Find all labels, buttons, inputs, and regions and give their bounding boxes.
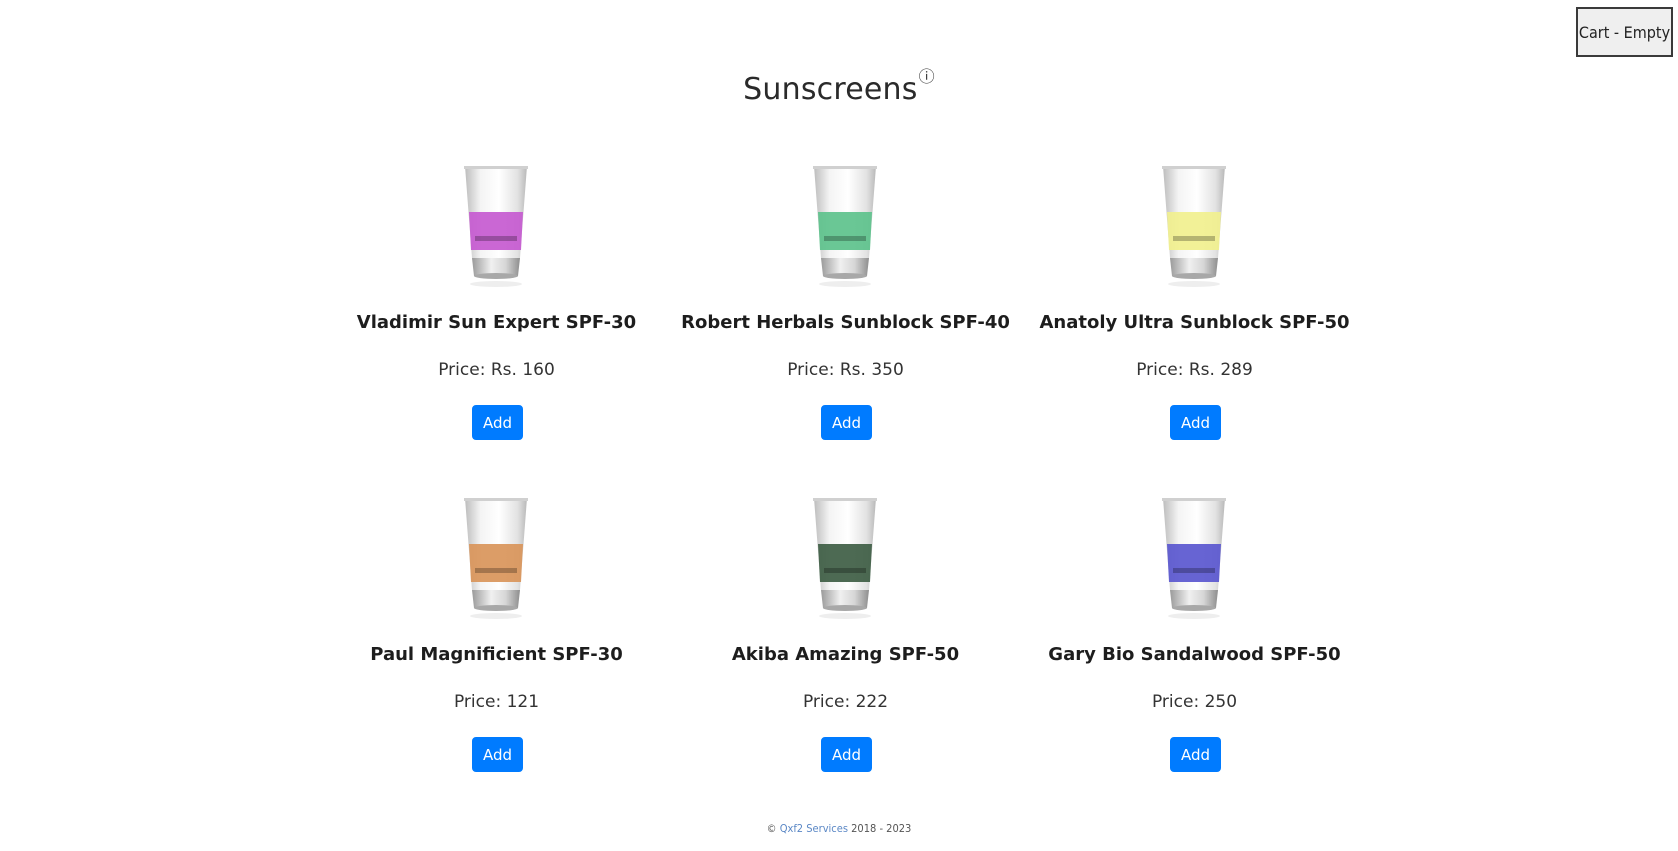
copyright-symbol: © xyxy=(766,822,777,835)
product-image xyxy=(1162,498,1226,619)
add-to-cart-button[interactable]: Add xyxy=(1170,737,1221,772)
add-to-cart-button[interactable]: Add xyxy=(821,737,872,772)
product-image xyxy=(464,498,528,619)
product-label xyxy=(469,544,523,582)
product-image xyxy=(813,498,877,619)
product-image xyxy=(813,166,877,287)
product-name: Vladimir Sun Expert SPF-30 xyxy=(356,312,637,333)
add-to-cart-button[interactable]: Add xyxy=(821,405,872,440)
add-to-cart-button[interactable]: Add xyxy=(472,737,523,772)
product-card: Paul Magnificient SPF-30 Price: 121 Add xyxy=(322,492,671,824)
info-icon[interactable]: ⓘ xyxy=(919,56,935,98)
product-label xyxy=(818,544,872,582)
product-card: Gary Bio Sandalwood SPF-50 Price: 250 Ad… xyxy=(1020,492,1369,824)
product-price: Price: Rs. 289 xyxy=(1136,360,1253,380)
product-price: Price: 121 xyxy=(453,692,540,712)
product-name: Anatoly Ultra Sunblock SPF-50 xyxy=(1039,312,1350,333)
page-title-text: Sunscreens xyxy=(743,72,918,107)
product-name: Paul Magnificient SPF-30 xyxy=(370,644,623,665)
product-grid: Vladimir Sun Expert SPF-30 Price: Rs. 16… xyxy=(322,160,1370,824)
product-name: Robert Herbals Sunblock SPF-40 xyxy=(681,312,1010,333)
page-title: Sunscreensⓘ xyxy=(743,62,935,111)
copyright-years: 2018 - 2023 xyxy=(851,822,912,835)
product-name: Gary Bio Sandalwood SPF-50 xyxy=(1048,644,1341,665)
product-image xyxy=(464,166,528,287)
footer: © Qxf2 Services 2018 - 2023 xyxy=(0,822,1678,835)
product-price: Price: 250 xyxy=(1151,692,1238,712)
product-price: Price: Rs. 350 xyxy=(787,360,904,380)
product-price: Price: 222 xyxy=(802,692,889,712)
page-header: Sunscreensⓘ xyxy=(0,62,1678,111)
company-link[interactable]: Qxf2 Services xyxy=(780,822,848,835)
add-to-cart-button[interactable]: Add xyxy=(1170,405,1221,440)
product-label xyxy=(1167,212,1221,250)
cart-button[interactable]: Cart - Empty xyxy=(1576,7,1673,57)
product-card: Anatoly Ultra Sunblock SPF-50 Price: Rs.… xyxy=(1020,160,1369,492)
product-label xyxy=(469,212,523,250)
product-price: Price: Rs. 160 xyxy=(438,360,555,380)
add-to-cart-button[interactable]: Add xyxy=(472,405,523,440)
product-label xyxy=(818,212,872,250)
product-label xyxy=(1167,544,1221,582)
product-image xyxy=(1162,166,1226,287)
product-name: Akiba Amazing SPF-50 xyxy=(731,644,960,665)
product-card: Robert Herbals Sunblock SPF-40 Price: Rs… xyxy=(671,160,1020,492)
product-card: Akiba Amazing SPF-50 Price: 222 Add xyxy=(671,492,1020,824)
product-card: Vladimir Sun Expert SPF-30 Price: Rs. 16… xyxy=(322,160,671,492)
